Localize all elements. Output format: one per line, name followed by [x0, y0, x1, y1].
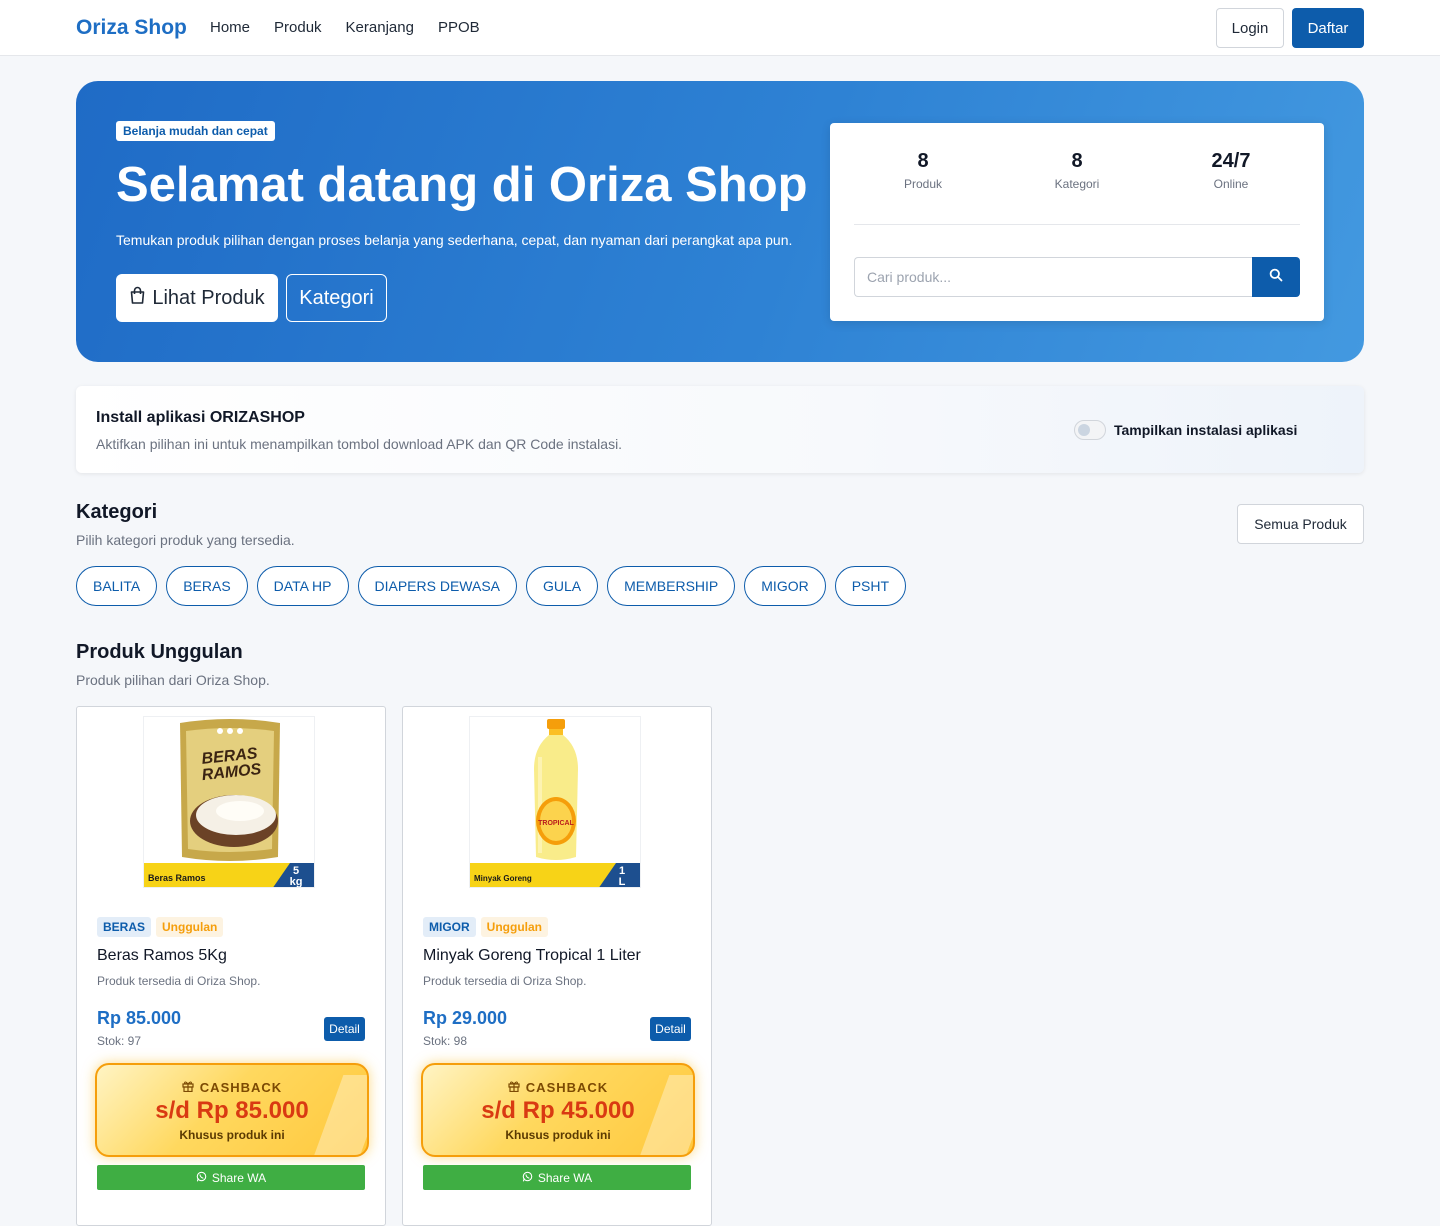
category-list: BALITA BERAS DATA HP DIAPERS DEWASA GULA… [76, 566, 907, 606]
install-toggle-label[interactable]: Tampilkan instalasi aplikasi [1114, 422, 1297, 438]
share-whatsapp-button[interactable]: Share WA [423, 1165, 691, 1190]
category-pill[interactable]: GULA [526, 566, 599, 606]
shopping-bag-icon [129, 286, 146, 310]
cashback-note: Khusus produk ini [505, 1128, 611, 1142]
detail-button[interactable]: Detail [324, 1017, 365, 1041]
share-label: Share WA [211, 1170, 267, 1185]
cashback-banner: CASHBACK s/d Rp 45.000 Khusus produk ini [421, 1063, 695, 1157]
stat-value: 8 [917, 150, 929, 172]
cashback-label: CASHBACK [525, 1080, 609, 1095]
view-products-button[interactable]: Lihat Produk [116, 274, 278, 322]
stat-label: Kategori [1054, 177, 1100, 191]
login-button[interactable]: Login [1216, 8, 1284, 48]
view-products-label: Lihat Produk [152, 286, 265, 309]
stat-value: 8 [1071, 150, 1083, 172]
search-icon [1269, 268, 1283, 287]
share-label: Share WA [537, 1170, 593, 1185]
cashback-banner: CASHBACK s/d Rp 85.000 Khusus produk ini [95, 1063, 369, 1157]
cashback-amount: s/d Rp 85.000 [155, 1097, 309, 1124]
nav-link-ppob[interactable]: PPOB [438, 19, 480, 36]
product-badges: BERAS Unggulan [97, 917, 224, 937]
product-image-beras-ramos[interactable]: BERAS RAMOS Beras Ramos 5 kg [143, 716, 315, 888]
cashback-header: CASHBACK [97, 1080, 367, 1095]
detail-button[interactable]: Detail [650, 1017, 691, 1041]
hero-subtitle: Temukan produk pilihan dengan proses bel… [116, 232, 793, 248]
product-card[interactable]: BERAS RAMOS Beras Ramos 5 kg BERAS Unggu… [76, 706, 386, 1226]
category-pill[interactable]: MIGOR [744, 566, 826, 606]
featured-subtitle: Produk pilihan dari Oriza Shop. [76, 672, 270, 688]
featured-title: Produk Unggulan [76, 641, 243, 663]
bag-strip-label: Beras Ramos [148, 873, 206, 883]
gift-icon [508, 1080, 520, 1095]
category-pill[interactable]: DATA HP [256, 566, 349, 606]
cashback-label: CASHBACK [199, 1080, 283, 1095]
product-stock: Stok: 98 [423, 1034, 468, 1048]
categories-subtitle: Pilih kategori produk yang tersedia. [76, 532, 295, 548]
category-pill[interactable]: MEMBERSHIP [607, 566, 736, 606]
category-pill[interactable]: BERAS [166, 566, 248, 606]
product-card[interactable]: TROPICAL Minyak Goreng 1 L MIGOR Unggula… [402, 706, 712, 1226]
share-whatsapp-button[interactable]: Share WA [97, 1165, 365, 1190]
brand-logo[interactable]: Oriza Shop [76, 16, 187, 40]
gift-icon [182, 1080, 194, 1095]
whatsapp-icon [196, 1171, 207, 1185]
product-image-minyak-tropical[interactable]: TROPICAL Minyak Goreng 1 L [469, 716, 641, 888]
register-button[interactable]: Daftar [1292, 8, 1364, 48]
category-pill[interactable]: PSHT [834, 566, 907, 606]
stat-label: Produk [903, 177, 943, 191]
featured-badge: Unggulan [156, 917, 224, 937]
stat-online: 24/7 Online [1154, 150, 1308, 191]
stats-card: 8 Produk 8 Kategori 24/7 Online [830, 123, 1324, 321]
install-toggle-switch[interactable] [1074, 420, 1106, 440]
product-price: Rp 29.000 [423, 1008, 508, 1028]
category-pill[interactable]: DIAPERS DEWASA [357, 566, 518, 606]
install-title: Install aplikasi ORIZASHOP [96, 409, 305, 426]
category-badge: MIGOR [423, 917, 476, 937]
nav-links: Home Produk Keranjang PPOB [210, 19, 480, 36]
cashback-header: CASHBACK [423, 1080, 693, 1095]
stat-categories: 8 Kategori [1000, 150, 1154, 191]
bottle-label: TROPICAL [538, 820, 575, 827]
navbar: Oriza Shop Home Produk Keranjang PPOB Lo… [0, 0, 1440, 56]
divider [854, 224, 1300, 225]
search-input[interactable] [854, 257, 1252, 297]
product-badges: MIGOR Unggulan [423, 917, 548, 937]
product-price: Rp 85.000 [97, 1008, 182, 1028]
product-description: Produk tersedia di Oriza Shop. [423, 974, 587, 988]
hero-badge: Belanja mudah dan cepat [116, 121, 275, 141]
product-description: Produk tersedia di Oriza Shop. [97, 974, 261, 988]
category-badge: BERAS [97, 917, 152, 937]
whatsapp-icon [522, 1171, 533, 1185]
all-products-button[interactable]: Semua Produk [1237, 504, 1364, 544]
hero-title: Selamat datang di Oriza Shop [116, 158, 808, 212]
bag-size-bottom: kg [290, 876, 303, 888]
featured-badge: Unggulan [480, 917, 548, 937]
nav-link-produk[interactable]: Produk [274, 19, 322, 36]
category-pill[interactable]: BALITA [76, 566, 158, 606]
cashback-note: Khusus produk ini [179, 1128, 285, 1142]
install-description: Aktifkan pilihan ini untuk menampilkan t… [96, 436, 623, 452]
categories-title: Kategori [76, 501, 158, 523]
bottle-size-bottom: L [619, 876, 626, 888]
search-button[interactable] [1252, 257, 1300, 297]
cashback-amount: s/d Rp 45.000 [481, 1097, 635, 1124]
install-app-card: Install aplikasi ORIZASHOP Aktifkan pili… [76, 386, 1364, 473]
product-name[interactable]: Beras Ramos 5Kg [97, 947, 227, 965]
product-stock: Stok: 97 [97, 1034, 142, 1048]
categories-button[interactable]: Kategori [286, 274, 387, 322]
stat-label: Online [1213, 177, 1249, 191]
stat-value: 24/7 [1211, 150, 1251, 172]
hero-banner: Belanja mudah dan cepat Selamat datang d… [76, 81, 1364, 362]
product-name[interactable]: Minyak Goreng Tropical 1 Liter [423, 947, 641, 965]
bottle-strip-label: Minyak Goreng [474, 874, 532, 883]
stat-products: 8 Produk [846, 150, 1000, 191]
nav-link-keranjang[interactable]: Keranjang [346, 19, 414, 36]
nav-link-home[interactable]: Home [210, 19, 250, 36]
